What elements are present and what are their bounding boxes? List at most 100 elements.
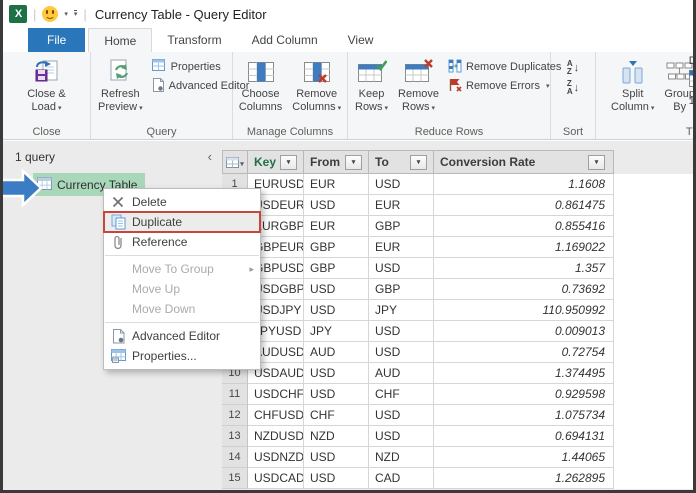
- cell-rate[interactable]: 0.929598: [434, 384, 614, 405]
- remove-columns-button[interactable]: Remove Columns ▾: [287, 55, 346, 115]
- split-column-button[interactable]: Split Column ▾: [606, 55, 659, 115]
- keep-rows-button[interactable]: Keep Rows ▾: [350, 55, 393, 115]
- cell-to[interactable]: USD: [369, 405, 434, 426]
- cell-key[interactable]: USDCHF: [248, 384, 304, 405]
- refresh-preview-button[interactable]: Refresh Preview ▾: [93, 55, 148, 115]
- cell-to[interactable]: EUR: [369, 195, 434, 216]
- tab-transform[interactable]: Transform: [152, 28, 236, 52]
- smiley-icon[interactable]: [42, 6, 59, 22]
- menu-item-reference[interactable]: Reference: [104, 232, 260, 252]
- close-and-load-label2: Load ▾: [31, 101, 62, 113]
- cell-to[interactable]: USD: [369, 342, 434, 363]
- cell-to[interactable]: EUR: [369, 237, 434, 258]
- table-row: 6USDGBPUSDGBP0.73692: [222, 279, 693, 300]
- cell-rate[interactable]: 1.075734: [434, 405, 614, 426]
- tab-view[interactable]: View: [333, 28, 389, 52]
- cell-from[interactable]: USD: [304, 363, 369, 384]
- cell-to[interactable]: GBP: [369, 216, 434, 237]
- cell-to[interactable]: CHF: [369, 384, 434, 405]
- cell-key[interactable]: CHFUSD: [248, 405, 304, 426]
- cell-rate[interactable]: 1.262895: [434, 468, 614, 489]
- cell-from[interactable]: USD: [304, 468, 369, 489]
- cell-rate[interactable]: 1.169022: [434, 237, 614, 258]
- filter-button-to[interactable]: ▾: [410, 154, 427, 170]
- remove-rows-button[interactable]: Remove Rows ▾: [393, 55, 444, 115]
- collapse-pane-icon[interactable]: ‹: [208, 150, 212, 163]
- row-number[interactable]: 12: [222, 405, 248, 426]
- cell-rate[interactable]: 0.855416: [434, 216, 614, 237]
- sort-descending-button[interactable]: ZA ↓: [564, 78, 582, 97]
- cell-from[interactable]: USD: [304, 384, 369, 405]
- choose-columns-button[interactable]: Choose Columns: [234, 55, 287, 113]
- row-number[interactable]: 13: [222, 426, 248, 447]
- quick-access-customize-icon[interactable]: ▾: [73, 10, 78, 18]
- cell-rate[interactable]: 1.374495: [434, 363, 614, 384]
- row-number[interactable]: 15: [222, 468, 248, 489]
- cell-to[interactable]: CAD: [369, 468, 434, 489]
- column-header-from[interactable]: From ▾: [304, 150, 369, 174]
- row-number[interactable]: 14: [222, 447, 248, 468]
- menu-item-duplicate[interactable]: Duplicate: [103, 211, 261, 233]
- cell-from[interactable]: JPY: [304, 321, 369, 342]
- cell-rate[interactable]: 0.694131: [434, 426, 614, 447]
- cell-rate[interactable]: 1.44065: [434, 447, 614, 468]
- cell-to[interactable]: USD: [369, 258, 434, 279]
- data-type-button[interactable]: Data: [689, 55, 693, 67]
- menu-item-move-to-group[interactable]: Move To Group ▸: [104, 259, 260, 279]
- cell-rate[interactable]: 1.357: [434, 258, 614, 279]
- menu-item-label: Advanced Editor: [132, 329, 221, 343]
- menu-item-move-down[interactable]: Move Down: [104, 299, 260, 319]
- cell-from[interactable]: GBP: [304, 258, 369, 279]
- sort-ascending-button[interactable]: AZ ↓: [564, 58, 582, 77]
- cell-from[interactable]: CHF: [304, 405, 369, 426]
- tab-file[interactable]: File: [28, 28, 86, 52]
- menu-item-move-up[interactable]: Move Up: [104, 279, 260, 299]
- filter-button-key[interactable]: ▾: [280, 154, 297, 170]
- use-first-row-as-headers-icon[interactable]: [688, 70, 693, 92]
- cell-rate[interactable]: 1.1608: [434, 174, 614, 195]
- tab-add-column[interactable]: Add Column: [237, 28, 333, 52]
- remove-duplicates-button[interactable]: Remove Duplicates: [444, 58, 565, 76]
- menu-item-advanced-editor[interactable]: Advanced Editor: [104, 326, 260, 346]
- cell-to[interactable]: USD: [369, 426, 434, 447]
- cell-rate[interactable]: 0.009013: [434, 321, 614, 342]
- group-label-transform: Tra: [685, 126, 693, 138]
- close-and-load-button[interactable]: Close & Load ▾: [22, 55, 71, 115]
- cell-key[interactable]: NZDUSD: [248, 426, 304, 447]
- cell-from[interactable]: USD: [304, 279, 369, 300]
- cell-from[interactable]: GBP: [304, 237, 369, 258]
- row-number[interactable]: 11: [222, 384, 248, 405]
- cell-rate[interactable]: 110.950992: [434, 300, 614, 321]
- cell-from[interactable]: USD: [304, 195, 369, 216]
- cell-to[interactable]: JPY: [369, 300, 434, 321]
- cell-to[interactable]: USD: [369, 321, 434, 342]
- filter-button-conversion-rate[interactable]: ▾: [588, 154, 605, 170]
- cell-from[interactable]: AUD: [304, 342, 369, 363]
- tab-home[interactable]: Home: [88, 28, 153, 52]
- column-header-key[interactable]: Key ▾: [248, 150, 304, 174]
- replace-values-button[interactable]: 1→2: [689, 95, 693, 107]
- filter-button-from[interactable]: ▾: [345, 154, 362, 170]
- menu-item-delete[interactable]: Delete: [104, 192, 260, 212]
- paperclip-icon: [104, 234, 132, 250]
- cell-key[interactable]: USDNZD: [248, 447, 304, 468]
- smiley-dropdown-icon[interactable]: ▾: [64, 10, 68, 18]
- column-header-conversion-rate[interactable]: Conversion Rate ▾: [434, 150, 614, 174]
- cell-to[interactable]: AUD: [369, 363, 434, 384]
- cell-key[interactable]: USDCAD: [248, 468, 304, 489]
- cell-from[interactable]: EUR: [304, 174, 369, 195]
- cell-from[interactable]: USD: [304, 447, 369, 468]
- menu-item-properties[interactable]: Properties...: [104, 346, 260, 366]
- cell-rate[interactable]: 0.72754: [434, 342, 614, 363]
- cell-from[interactable]: EUR: [304, 216, 369, 237]
- cell-to[interactable]: NZD: [369, 447, 434, 468]
- select-all-button[interactable]: ▾: [222, 150, 248, 174]
- cell-to[interactable]: USD: [369, 174, 434, 195]
- remove-errors-button[interactable]: Remove Errors ▾: [444, 77, 565, 95]
- cell-from[interactable]: USD: [304, 300, 369, 321]
- cell-rate[interactable]: 0.73692: [434, 279, 614, 300]
- cell-from[interactable]: NZD: [304, 426, 369, 447]
- column-header-to[interactable]: To ▾: [369, 150, 434, 174]
- cell-to[interactable]: GBP: [369, 279, 434, 300]
- cell-rate[interactable]: 0.861475: [434, 195, 614, 216]
